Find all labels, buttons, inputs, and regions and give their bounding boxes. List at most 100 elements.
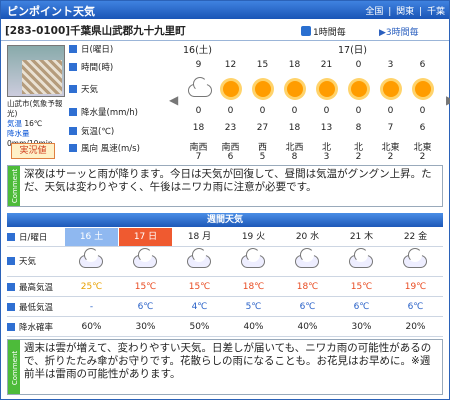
label-day: 日(曜日): [69, 43, 179, 55]
sun-icon: [311, 76, 342, 104]
weather-icon: [389, 248, 442, 275]
hour-9: 9: [195, 60, 202, 70]
low-temp: 6℃: [407, 302, 424, 312]
weather-icon: [65, 248, 118, 275]
precip-value: 0: [387, 106, 394, 116]
rain-chance: 20%: [405, 322, 426, 332]
wind-speed: 5: [259, 152, 266, 162]
rain-chance: 50%: [189, 322, 210, 332]
observation-button[interactable]: 実況値: [11, 143, 55, 159]
hour-6: 6: [419, 60, 426, 70]
location-bar: [283-0100]千葉県山武郡九十九里町 1時間毎 ▶3時間毎: [1, 19, 449, 41]
temp-value: 27: [256, 123, 269, 133]
precip-value: 0: [195, 106, 202, 116]
low-temp: 5℃: [245, 302, 262, 312]
wind-speed: 8: [291, 152, 298, 162]
high-temp: 18℃: [242, 282, 265, 292]
temp-value: 13: [320, 123, 333, 133]
hour-3: 3: [387, 60, 394, 70]
wind-speed: 2: [419, 152, 426, 162]
label-temp: 気温(℃): [69, 125, 179, 137]
high-temp: 15℃: [350, 282, 373, 292]
week-day-2: 18 月: [187, 232, 212, 242]
nav-all[interactable]: 全国: [365, 7, 383, 17]
wind-speed: 2: [387, 152, 394, 162]
precip-value: 0: [355, 106, 362, 116]
temp-value: 6: [419, 123, 426, 133]
high-temp: 25℃: [80, 282, 103, 292]
week-day-4: 20 水: [295, 232, 320, 242]
region-nav: 全国 | 関東 | 千葉: [365, 7, 445, 17]
weekly-comment-text: 週末は雲が増えて、変わりやすい天気。日差しが届いても、ニワカ雨の可能性があるので…: [24, 342, 432, 380]
day-label-2: 17(日): [338, 45, 368, 56]
precip-value: 0: [259, 106, 266, 116]
precip-value: 0: [291, 106, 298, 116]
low-temp: 6℃: [137, 302, 154, 312]
widget-title: ピンポイント天気: [7, 5, 95, 18]
prev-arrow-icon[interactable]: ◀: [169, 93, 178, 107]
day-label-1: 16(土): [183, 45, 213, 56]
station-name: 山武市(気象予報光): [7, 99, 63, 118]
high-temp: 15℃: [188, 282, 211, 292]
wind-speed: 6: [227, 152, 234, 162]
hourly-grid: 16(土) 17(日) 9 0 18 南西 7 12 0 23 南西 6 15 0 27 西 5 18 0 18 北…: [181, 42, 443, 164]
rain-chance: 30%: [351, 322, 372, 332]
label-wind: 風向 風速(m/s): [69, 142, 179, 154]
station-photo: [7, 45, 65, 97]
nav-kanto[interactable]: 関東: [396, 7, 414, 17]
nav-chiba[interactable]: 千葉: [427, 7, 445, 17]
low-temp: -: [89, 302, 94, 312]
weather-icon: [227, 248, 280, 275]
hour-15: 15: [256, 60, 269, 70]
tab-1hour[interactable]: 1時間毎: [301, 25, 346, 38]
label-precip: 降水量(mm/h): [69, 106, 179, 118]
high-temp: 15℃: [134, 282, 157, 292]
precip-value: 0: [323, 106, 330, 116]
week-day-1: 17 日: [119, 228, 172, 246]
tab-3hour[interactable]: ▶3時間毎: [379, 25, 419, 38]
high-temp: 18℃: [296, 282, 319, 292]
next-arrow-icon[interactable]: ▶: [446, 93, 450, 107]
temp-value: 18: [288, 123, 301, 133]
hour-18: 18: [288, 60, 301, 70]
comment-text: 深夜はサーッと雨が降ります。今日は天気が回復して、昼間は気温がグングン上昇。ただ…: [24, 168, 432, 193]
low-temp: 6℃: [299, 302, 316, 312]
rain-chance: 40%: [297, 322, 318, 332]
sun-icon: [343, 76, 374, 104]
wind-speed: 7: [195, 152, 202, 162]
rain-chance: 30%: [135, 322, 156, 332]
header-bar: ピンポイント天気 全国 | 関東 | 千葉: [1, 1, 449, 19]
wind-speed: 3: [323, 152, 330, 162]
weather-icon: [119, 248, 172, 275]
sun-icon: [247, 76, 278, 104]
comment-box: Comment 深夜はサーッと雨が降ります。今日は天気が回復して、昼間は気温がグ…: [7, 165, 443, 207]
precip-value: 0: [227, 106, 234, 116]
location-title: [283-0100]千葉県山武郡九十九里町: [5, 25, 186, 37]
temp-value: 7: [387, 123, 394, 133]
hour-0: 0: [355, 60, 362, 70]
label-time: 時間(時): [69, 61, 179, 73]
wind-speed: 2: [355, 152, 362, 162]
week-day-6: 22 金: [403, 232, 428, 242]
low-temp: 6℃: [353, 302, 370, 312]
weekly-title: 週間天気: [7, 213, 443, 227]
hour-21: 21: [320, 60, 333, 70]
station-info: 山武市(気象予報光) 気温 16℃ 降水量 0mm/10min: [7, 99, 65, 149]
precip-value: 0: [419, 106, 426, 116]
rain-chance: 40%: [243, 322, 264, 332]
low-temp: 4℃: [191, 302, 208, 312]
temp-value: 23: [224, 123, 237, 133]
week-day-0: 16 土: [65, 228, 118, 246]
high-temp: 19℃: [404, 282, 427, 292]
cloud-icon: [183, 76, 214, 104]
weather-icon: [173, 248, 226, 275]
hour-12: 12: [224, 60, 237, 70]
sun-icon: [407, 76, 438, 104]
sun-icon: [279, 76, 310, 104]
rain-chance: 60%: [81, 322, 102, 332]
weekly-comment-box: Comment 週末は雲が増えて、変わりやすい天気。日差しが届いても、ニワカ雨の…: [7, 339, 443, 395]
weather-icon: [281, 248, 334, 275]
weather-icon: [335, 248, 388, 275]
week-day-5: 21 木: [349, 232, 374, 242]
temp-value: 8: [355, 123, 362, 133]
